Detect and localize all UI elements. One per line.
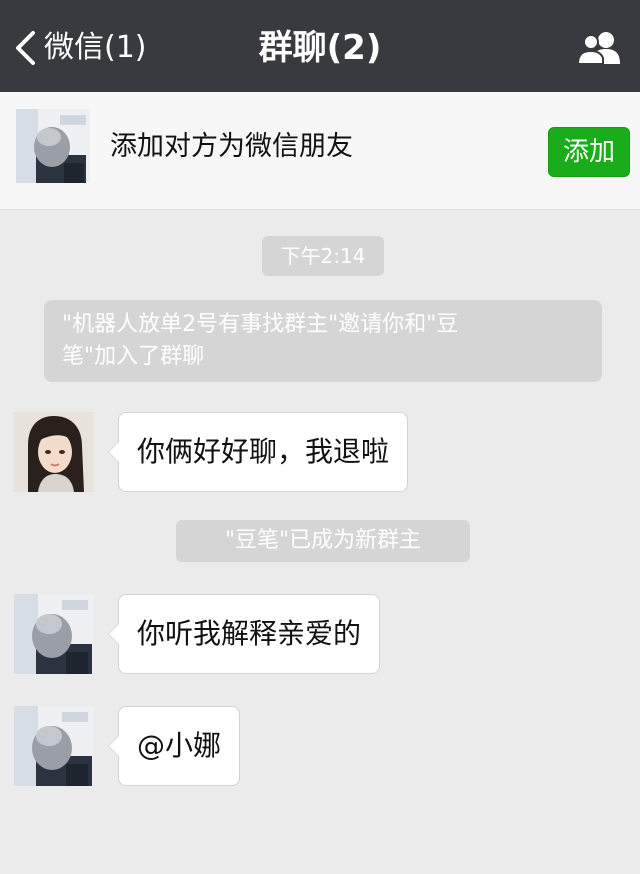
top-bar: 微信(1) 群聊(2) xyxy=(0,0,640,92)
system-message-line: "机器人放单2号有事找群主"邀请你和"豆 xyxy=(62,312,459,337)
group-info-button[interactable] xyxy=(574,26,626,70)
add-friend-banner: 添加对方为微信朋友 xyxy=(0,92,640,210)
message-text: 你俩好好聊，我退啦 xyxy=(137,435,390,468)
message-text: 你听我解释亲爱的 xyxy=(137,617,362,650)
system-message-invite: "机器人放单2号有事找群主"邀请你和"豆 笔"加入了群聊 xyxy=(44,300,602,382)
avatar[interactable] xyxy=(14,594,94,674)
add-friend-button[interactable]: 添加 xyxy=(548,127,630,177)
contact-avatar xyxy=(16,109,90,183)
message-bubble[interactable]: 你俩好好聊，我退啦 xyxy=(107,412,409,492)
timestamp: 下午2:14 xyxy=(262,236,384,276)
avatar[interactable] xyxy=(14,412,94,492)
message-bubble[interactable]: @小娜 xyxy=(107,706,241,786)
message-text: @小娜 xyxy=(137,729,222,762)
avatar[interactable] xyxy=(14,706,94,786)
message-bubble[interactable]: 你听我解释亲爱的 xyxy=(107,594,381,674)
group-members-icon xyxy=(576,32,620,65)
system-message-line: 笔"加入了群聊 xyxy=(62,344,205,369)
system-message-owner: "豆笔"已成为新群主 xyxy=(176,520,470,562)
add-friend-prompt: 添加对方为微信朋友 xyxy=(110,131,353,162)
chat-title: 群聊(2) xyxy=(258,28,382,68)
